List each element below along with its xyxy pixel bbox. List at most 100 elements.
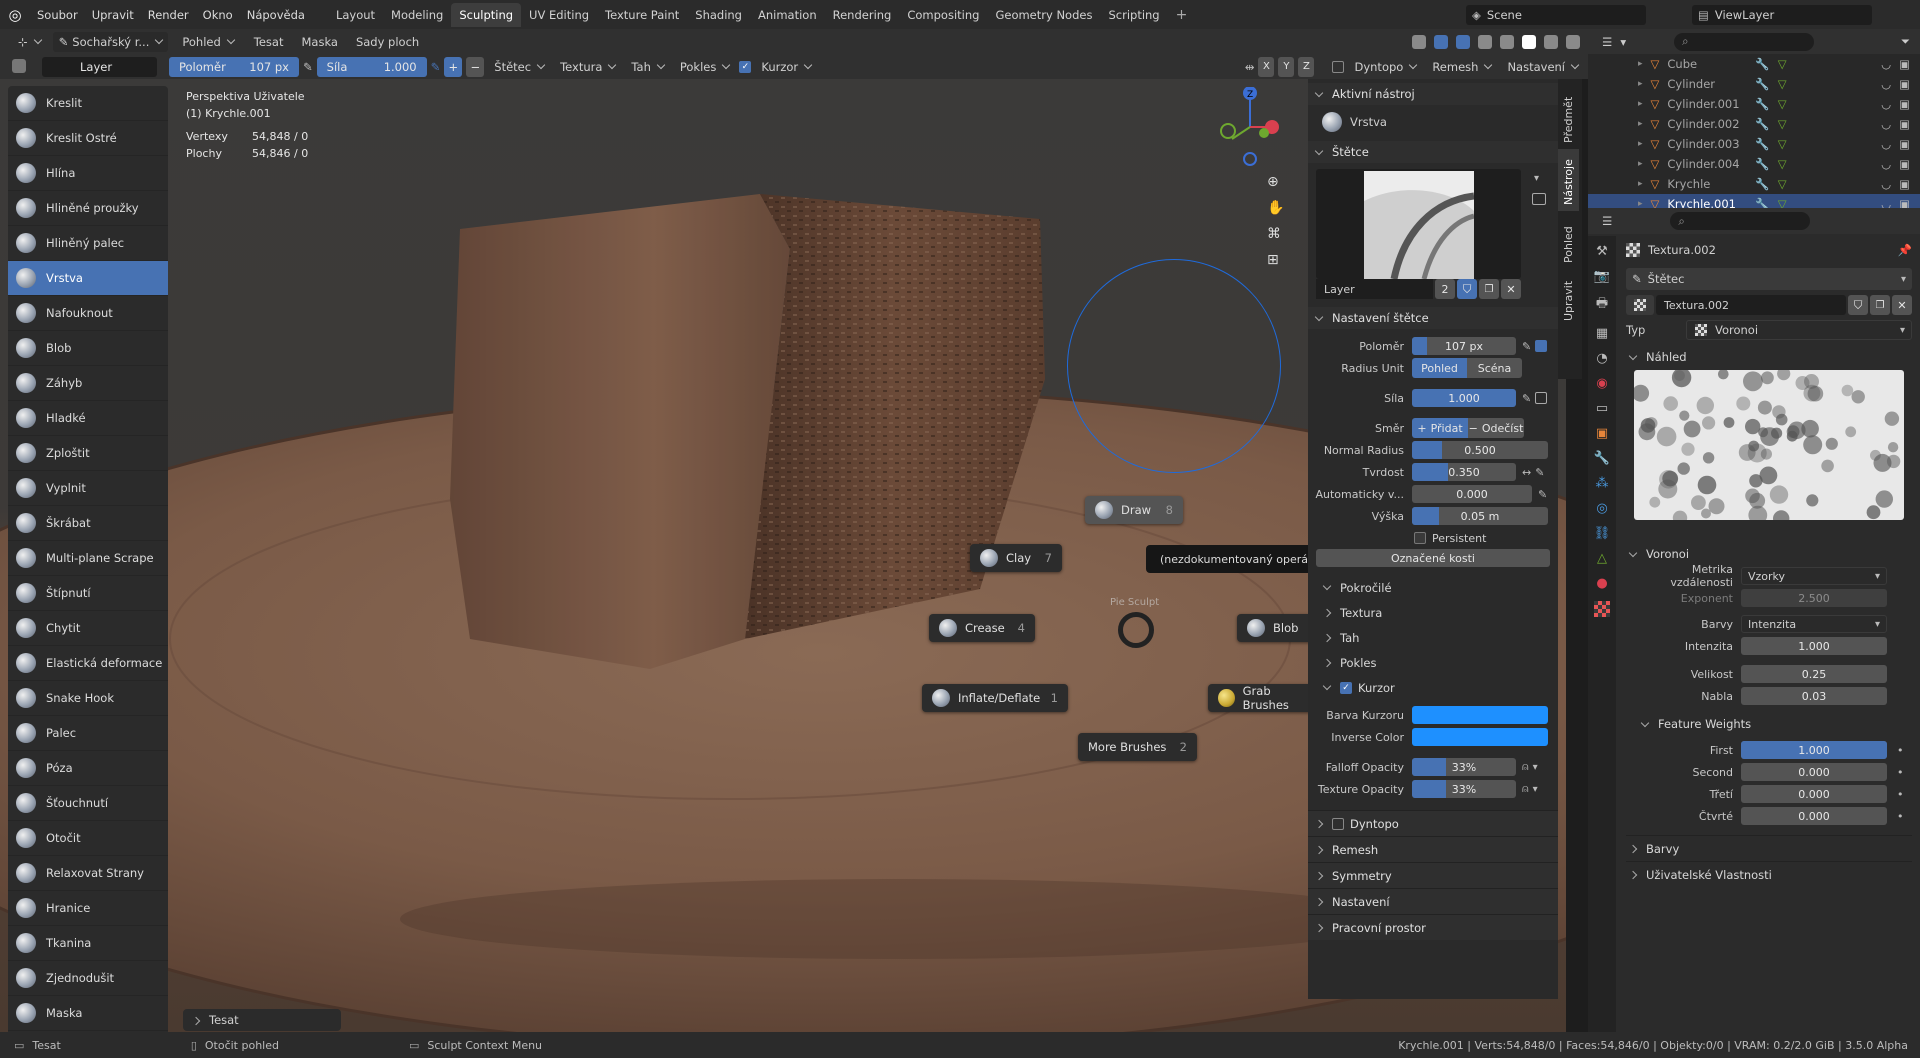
menu-help[interactable]: Nápověda — [240, 8, 312, 22]
pressure-strength-icon[interactable]: ✎ — [431, 60, 441, 74]
tool-item[interactable]: Zjednodušit — [8, 961, 168, 996]
pie-item-crease[interactable]: Crease 4 — [929, 614, 1035, 642]
add-direction-button[interactable]: + — [444, 56, 463, 77]
tool-item[interactable]: Kreslit Ostré — [8, 121, 168, 156]
texture-user-dropdown[interactable]: ✎ Štětec ▾ — [1626, 268, 1912, 290]
tool-item[interactable]: Elastická deformace — [8, 646, 168, 681]
tool-item[interactable]: Snake Hook — [8, 681, 168, 716]
output-tab-icon[interactable]: 🖶 — [1596, 294, 1608, 316]
tool-item[interactable]: Maska — [8, 996, 168, 1031]
remesh-panel-header[interactable]: Remesh — [1308, 836, 1558, 862]
properties-search-input[interactable]: ⌕ — [1670, 212, 1811, 230]
ortho-grid-icon[interactable]: ⊞ — [1267, 252, 1284, 268]
active-tool-row[interactable]: Vrstva — [1308, 105, 1558, 139]
pie-item-more[interactable]: More Brushes 2 — [1078, 733, 1197, 761]
render-camera-icon[interactable]: ▣ — [1899, 137, 1910, 151]
properties-editor-icon[interactable]: ☰ — [1602, 214, 1612, 228]
last-operator-panel[interactable]: Tesat — [183, 1009, 341, 1031]
dyntopo-panel-header[interactable]: Dyntopo — [1308, 810, 1558, 836]
outliner-row[interactable]: ▸ ▽ Cube 🔧 ▽ ◡ ▣ — [1588, 54, 1920, 74]
tab-layout[interactable]: Layout — [328, 3, 383, 27]
menu-window[interactable]: Okno — [196, 8, 240, 22]
tool-item[interactable]: Kreslit — [8, 86, 168, 121]
axis-y-button[interactable]: Y — [1278, 56, 1295, 77]
auto-smooth-pressure-icon[interactable]: ✎ — [1538, 488, 1547, 501]
tab-sculpting[interactable]: Sculpting — [451, 2, 522, 27]
cursor-color-swatch[interactable] — [1412, 706, 1548, 724]
tab-object[interactable]: Předmět — [1558, 79, 1579, 149]
physics-tab-icon[interactable]: ◎ — [1596, 501, 1607, 516]
texture-dropdown[interactable]: Textura — [554, 57, 621, 77]
remesh-dropdown[interactable]: Remesh — [1426, 57, 1497, 77]
falloff-opacity-field[interactable]: 33% — [1412, 758, 1516, 776]
tool-item[interactable]: Zploštit — [8, 436, 168, 471]
tool-item[interactable]: Blob — [8, 331, 168, 366]
keyframe-dot-icon[interactable]: • — [1897, 788, 1904, 801]
tool-item[interactable]: Póza — [8, 751, 168, 786]
texture-type-dropdown[interactable]: Voronoi ▾ — [1686, 320, 1912, 340]
material-shading-icon[interactable] — [1544, 34, 1558, 49]
tool-item[interactable]: Otočit — [8, 821, 168, 856]
wireframe-shading-icon[interactable] — [1500, 34, 1514, 49]
colors-panel-header[interactable]: Barvy — [1626, 835, 1912, 861]
visibility-eye-icon[interactable]: ◡ — [1881, 137, 1891, 151]
brush-name-input[interactable]: Layer — [1316, 279, 1433, 299]
world-tab-icon[interactable]: ◉ — [1596, 376, 1607, 391]
add-workspace-icon[interactable]: + — [1168, 7, 1196, 23]
zoom-icon[interactable]: ⊕ — [1267, 174, 1284, 190]
intensity-field[interactable]: 1.000 — [1741, 637, 1887, 655]
brush-dropdown-icon[interactable]: ▾ — [1534, 173, 1539, 184]
tool-item[interactable]: Multi-plane Scrape — [8, 541, 168, 576]
expand-arrow-icon[interactable]: ▸ — [1638, 159, 1643, 169]
dyntopo-dropdown[interactable]: Dyntopo — [1348, 57, 1422, 77]
direction-add-button[interactable]: + Přidat — [1412, 418, 1468, 438]
brushes-header[interactable]: Štětce — [1308, 141, 1558, 163]
tab-tool[interactable]: Nástroje — [1558, 149, 1579, 211]
visibility-eye-icon[interactable]: ◡ — [1881, 157, 1891, 171]
brush-users-count[interactable]: 2 — [1435, 279, 1455, 299]
np-strength-pressure-icon[interactable]: ✎ — [1522, 392, 1531, 405]
cursor-section-checkbox[interactable]: ✓ — [1340, 681, 1352, 694]
axis-x-button[interactable]: X — [1258, 56, 1275, 77]
visibility-eye-icon[interactable]: ◡ — [1881, 57, 1891, 71]
np-radius-lock-icon[interactable] — [1535, 340, 1548, 352]
expand-arrow-icon[interactable]: ▸ — [1638, 179, 1643, 189]
tab-compositing[interactable]: Compositing — [899, 3, 987, 27]
menu-view[interactable]: Pohled — [174, 32, 241, 52]
options-dropdown[interactable]: Nastavení — [1501, 57, 1584, 77]
scene-tab-icon[interactable]: ◔ — [1596, 351, 1607, 366]
nabla-field[interactable]: 0.03 — [1741, 687, 1887, 705]
feature-weight-field[interactable]: 1.000 — [1741, 741, 1887, 759]
active-tool-header[interactable]: Aktivní nástroj — [1308, 83, 1558, 105]
cursor-section[interactable]: ✓ Kurzor — [1308, 675, 1558, 700]
tool-item[interactable]: Palec — [8, 716, 168, 751]
render-camera-icon[interactable]: ▣ — [1899, 77, 1910, 91]
options-panel-header[interactable]: Nastavení — [1308, 888, 1558, 914]
tool-item[interactable]: Hliněný palec — [8, 226, 168, 261]
np-radius-pressure-icon[interactable]: ✎ — [1522, 340, 1531, 353]
view-layer-tab-icon[interactable]: ▦ — [1596, 326, 1608, 341]
tool-item[interactable]: Relaxovat Strany — [8, 856, 168, 891]
tab-scripting[interactable]: Scripting — [1100, 3, 1167, 27]
tool-item[interactable]: Hladké — [8, 401, 168, 436]
outliner-row[interactable]: ▸ ▽ Cylinder.003 🔧 ▽ ◡ ▣ — [1588, 134, 1920, 154]
outliner-display-icon[interactable]: ▾ — [1620, 35, 1626, 49]
pressure-radius-icon[interactable]: ✎ — [303, 60, 313, 74]
keyframe-dot-icon[interactable]: • — [1897, 766, 1904, 779]
outliner-row[interactable]: ▸ ▽ Cylinder.004 🔧 ▽ ◡ ▣ — [1588, 154, 1920, 174]
pin-icon[interactable]: 📌 — [1898, 243, 1912, 257]
expand-arrow-icon[interactable]: ▸ — [1638, 59, 1643, 69]
tool-item[interactable]: Štípnutí — [8, 576, 168, 611]
texture-duplicate-icon[interactable]: ❐ — [1870, 295, 1890, 315]
tool-item[interactable]: Tkanina — [8, 926, 168, 961]
radius-unit-view-button[interactable]: Pohled — [1412, 358, 1467, 378]
size-field[interactable]: 0.25 — [1741, 665, 1887, 683]
expand-arrow-icon[interactable]: ▸ — [1638, 119, 1643, 129]
feature-weight-field[interactable]: 0.000 — [1741, 763, 1887, 781]
tool-item[interactable]: Hliněné proužky — [8, 191, 168, 226]
voronoi-panel-header[interactable]: Voronoi — [1626, 543, 1912, 565]
stroke-section[interactable]: Tah — [1308, 625, 1558, 650]
dyntopo-checkbox[interactable] — [1332, 60, 1345, 73]
tool-item[interactable]: Hlína — [8, 156, 168, 191]
subtract-direction-button[interactable]: − — [466, 56, 485, 77]
